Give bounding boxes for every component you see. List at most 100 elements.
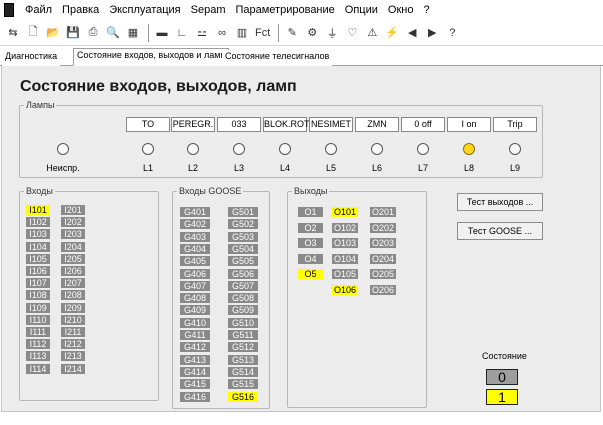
memory-icon[interactable]: ▥ [233, 24, 251, 42]
device-icon[interactable]: ▬ [153, 24, 171, 42]
print-preview-icon[interactable]: 🔍 [104, 24, 122, 42]
menu-sepam[interactable]: Sepam [186, 4, 231, 16]
new-file-icon[interactable]: 🗋 [24, 24, 42, 42]
connect-icon[interactable]: ⇆ [4, 24, 22, 42]
lamp-label-1: TO [126, 117, 170, 132]
input-cell-i208: I208 [61, 290, 85, 301]
input-cell-i102: I102 [26, 217, 50, 228]
fault-lamp-indicator [57, 143, 69, 155]
state-one-indicator: 1 [486, 389, 518, 405]
lamp-number-L9: L9 [509, 163, 520, 173]
output-cell-o106: O106 [332, 285, 358, 295]
waveform-icon[interactable]: ⚍ [193, 24, 211, 42]
goose-cell-g401: G401 [180, 207, 210, 217]
goose-cell-g503: G503 [228, 231, 258, 242]
tab-telesignals[interactable]: Состояние телесигналов [222, 50, 333, 66]
menu-edit[interactable]: Правка [57, 4, 104, 16]
input-cell-i211: I211 [61, 327, 85, 337]
input-cell-i201: I201 [61, 205, 85, 215]
menu-operation[interactable]: Эксплуатация [104, 4, 185, 16]
input-cell-i209: I209 [61, 302, 85, 313]
lamp-indicator-L3 [233, 143, 245, 155]
output-cell-o101: O101 [332, 207, 358, 217]
goose-cell-g510: G510 [228, 317, 258, 328]
ground-icon[interactable]: ⏚ [323, 24, 341, 42]
output-cell-o1: O1 [298, 207, 323, 217]
output-cell-o5: O5 [298, 269, 323, 280]
output-cell-o205: O205 [370, 269, 396, 280]
menu-window[interactable]: Окно [383, 4, 419, 16]
goose-cell-g415: G415 [180, 379, 210, 390]
lamp-indicator-L8 [463, 143, 475, 155]
lamp-label-6: ZMN [355, 117, 399, 132]
lamp-number-L7: L7 [417, 163, 428, 173]
input-cell-i103: I103 [26, 229, 50, 240]
goose-cell-g515: G515 [228, 379, 258, 390]
print-setup-icon[interactable]: ▦ [124, 24, 142, 42]
tab-io-lamps[interactable]: Состояние входов, выходов и ламп [73, 48, 230, 66]
menu-parameters[interactable]: Параметрирование [230, 4, 339, 16]
lamp-indicator-L5 [325, 143, 337, 155]
lamp-number-L4: L4 [279, 163, 290, 173]
input-cell-i110: I110 [26, 314, 50, 325]
tab-bar: Диагностика Состояние входов, выходов и … [0, 48, 603, 66]
menu-file[interactable]: Файл [20, 4, 57, 16]
output-cell-o104: O104 [332, 253, 358, 264]
alarm-icon[interactable]: ⚡ [383, 24, 401, 42]
function-button[interactable]: Fct [253, 24, 272, 42]
print-icon[interactable]: ⎙ [84, 24, 102, 42]
test-outputs-button[interactable]: Тест выходов ... [457, 193, 543, 211]
toolbar-separator [148, 23, 149, 42]
outputs-legend: Выходы [294, 186, 328, 196]
settings-icon[interactable]: ⚙ [303, 24, 321, 42]
state-label: Состояние [482, 351, 527, 361]
app-icon [4, 3, 14, 17]
goose-cell-g406: G406 [180, 268, 210, 279]
save-disk-icon[interactable]: 💾 [64, 24, 82, 42]
back-icon[interactable]: ◀ [403, 24, 421, 42]
input-cell-i212: I212 [61, 339, 85, 350]
input-cell-i213: I213 [61, 351, 85, 362]
input-cell-i204: I204 [61, 241, 85, 252]
goose-cell-g509: G509 [228, 305, 258, 316]
input-cell-i214: I214 [61, 363, 85, 374]
goose-cell-g402: G402 [180, 219, 210, 230]
menu-help[interactable]: ? [418, 4, 434, 16]
input-cell-i101: I101 [26, 205, 50, 215]
output-cell-o2: O2 [298, 222, 323, 233]
lamp-indicator-L1 [142, 143, 154, 155]
menu-bar: Файл Правка Эксплуатация Sepam Параметри… [0, 0, 603, 20]
link-icon[interactable]: ∞ [213, 24, 231, 42]
toolbar: ⇆ 🗋 📂 💾 ⎙ 🔍 ▦ ▬ ∟ ⚍ ∞ ▥ Fct ✎ ⚙ ⏚ ♡ ⚠ ⚡ … [0, 20, 603, 46]
warning-icon[interactable]: ⚠ [363, 24, 381, 42]
output-cell-o102: O102 [332, 222, 358, 233]
menu-options[interactable]: Опции [340, 4, 383, 16]
goose-cell-g512: G512 [228, 342, 258, 353]
output-cell-o202: O202 [370, 222, 396, 233]
toolbar-separator [278, 23, 280, 42]
goose-cell-g405: G405 [180, 256, 210, 267]
input-cell-i106: I106 [26, 266, 50, 276]
fault-lamp-label: Неиспр. [46, 163, 80, 173]
goose-cell-g407: G407 [180, 280, 210, 291]
test-goose-button[interactable]: Тест GOOSE ... [457, 222, 543, 240]
diagnostic-icon[interactable]: ♡ [343, 24, 361, 42]
input-cell-i112: I112 [26, 339, 50, 350]
goose-cell-g408: G408 [180, 293, 210, 304]
lamps-legend: Лампы [26, 100, 55, 110]
input-cell-i113: I113 [26, 351, 50, 362]
tools-icon[interactable]: ✎ [283, 24, 301, 42]
open-folder-icon[interactable]: 📂 [44, 24, 62, 42]
graph-icon[interactable]: ∟ [173, 24, 191, 42]
input-cell-i206: I206 [61, 266, 85, 276]
input-cell-i203: I203 [61, 229, 85, 240]
output-cell-o204: O204 [370, 253, 396, 264]
lamp-number-L1: L1 [142, 163, 153, 173]
input-cell-i108: I108 [26, 290, 50, 301]
inputs-legend: Входы [26, 186, 53, 196]
tab-diagnostics[interactable]: Диагностика [2, 50, 61, 66]
forward-icon[interactable]: ▶ [423, 24, 441, 42]
lamp-indicator-L6 [371, 143, 383, 155]
help-icon[interactable]: ? [443, 24, 461, 42]
lamp-indicator-L7 [417, 143, 429, 155]
